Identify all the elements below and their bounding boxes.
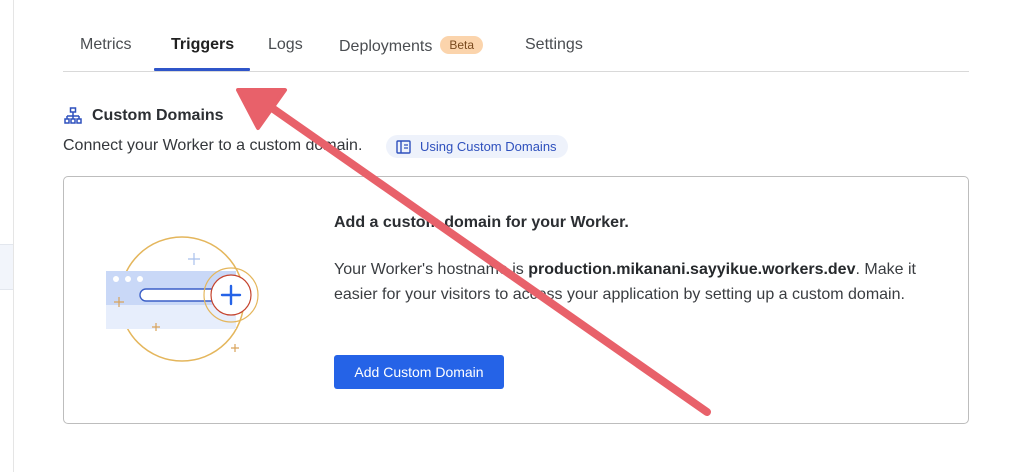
tab-logs[interactable]: Logs xyxy=(268,36,303,54)
hostname-text-prefix: Your Worker's hostname is xyxy=(334,261,529,278)
side-panel-selected-row xyxy=(0,244,13,290)
side-panel-edge xyxy=(0,0,14,472)
empty-state-card: Add a custom domain for your Worker. You… xyxy=(63,176,969,424)
tab-metrics[interactable]: Metrics xyxy=(80,36,132,54)
tab-deployments-label: Deployments xyxy=(339,38,433,55)
worker-hostname: production.mikanani.sayyikue.workers.dev xyxy=(528,261,856,278)
tab-bar: Metrics Triggers Logs Deployments Beta Se… xyxy=(63,28,969,72)
docs-link-label: Using Custom Domains xyxy=(420,139,557,154)
section-description: Connect your Worker to a custom domain. xyxy=(63,137,363,154)
tab-settings[interactable]: Settings xyxy=(525,36,583,54)
active-tab-indicator xyxy=(154,68,250,71)
docs-link-custom-domains[interactable]: Using Custom Domains xyxy=(386,135,568,158)
beta-badge: Beta xyxy=(440,36,484,54)
section-header: Custom Domains xyxy=(63,106,224,126)
custom-domain-illustration xyxy=(106,236,259,362)
section-title: Custom Domains xyxy=(92,107,224,124)
sitemap-icon xyxy=(64,107,82,124)
book-icon xyxy=(396,139,411,154)
card-description: Your Worker's hostname is production.mik… xyxy=(334,257,944,307)
card-heading: Add a custom domain for your Worker. xyxy=(334,214,629,231)
tab-deployments[interactable]: Deployments Beta xyxy=(339,36,484,56)
tab-triggers[interactable]: Triggers xyxy=(171,36,234,54)
add-custom-domain-button[interactable]: Add Custom Domain xyxy=(334,355,504,389)
